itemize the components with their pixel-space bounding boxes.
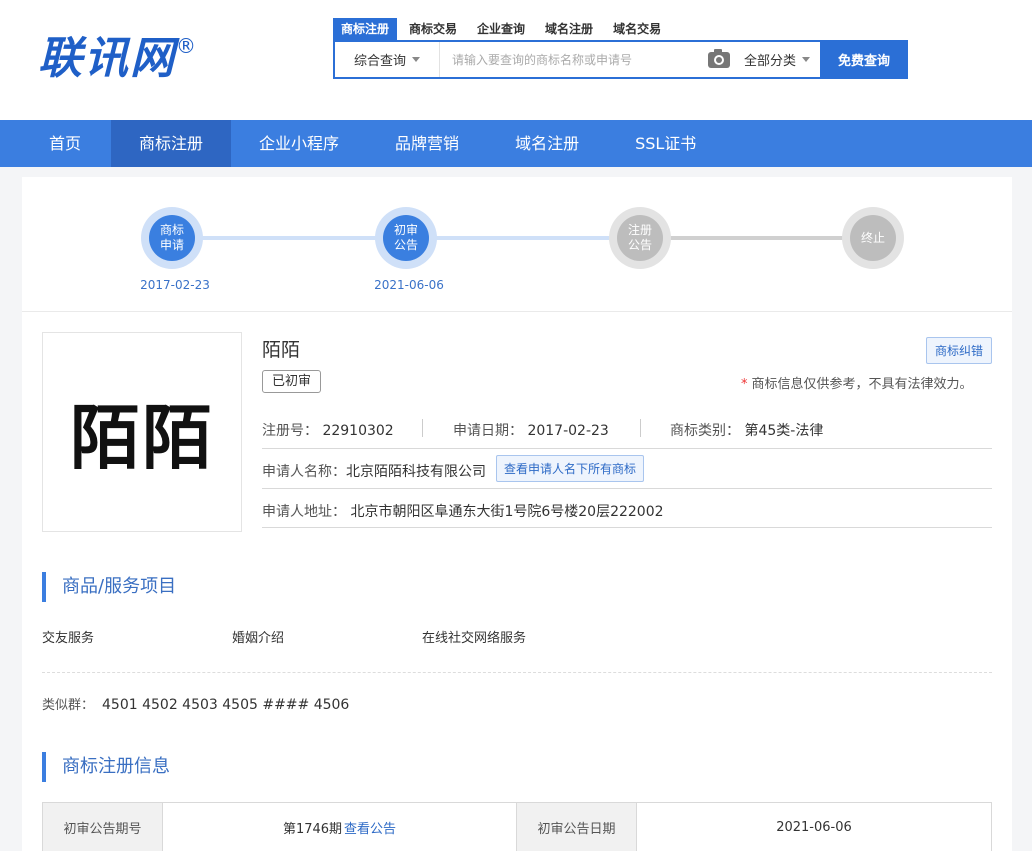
issue-no-value: 第1746期 <box>282 821 343 837</box>
divider <box>640 419 641 437</box>
reg-no-field: 注册号： 22910302 <box>262 420 394 440</box>
category-dropdown[interactable]: 全部分类 <box>744 50 810 69</box>
class-label: 商标类别： <box>670 423 740 439</box>
nav-item-home[interactable]: 首页 <box>0 120 111 167</box>
step-preliminary: 初审 公告 <box>375 207 437 269</box>
main-nav: 首页 商标注册 企业小程序 品牌营销 域名注册 SSL证书 <box>0 120 1032 167</box>
search-scope-dropdown[interactable]: 综合查询 <box>335 42 440 77</box>
step-date-preliminary: 2021-06-06 <box>374 278 444 292</box>
status-progress: 商标 申请 初审 公告 注册 公告 终止 2017-02-23 2021-06-… <box>22 177 1012 312</box>
dashed-divider <box>42 672 992 673</box>
trademark-name: 陌陌 <box>262 339 301 361</box>
address-label: 申请人地址： <box>262 504 346 520</box>
search-tab-trademark-register[interactable]: 商标注册 <box>333 18 398 40</box>
view-announcement-link[interactable]: 查看公告 <box>344 818 396 837</box>
category-label: 全部分类 <box>743 54 796 69</box>
goods-section-title: 商品/服务项目 <box>42 572 176 602</box>
registration-section-title: 商标注册信息 <box>42 752 170 782</box>
nav-item-domain[interactable]: 域名注册 <box>487 120 607 167</box>
status-badge: 已初审 <box>262 370 322 393</box>
registration-table: 初审公告期号 第1746期 查看公告 初审公告日期 2021-06-06 <box>42 802 992 851</box>
camera-icon[interactable] <box>707 48 730 68</box>
search-box: 综合查询 全部分类 免费查询 <box>333 40 908 79</box>
registered-mark: ® <box>176 34 198 59</box>
info-row-applicant: 申请人名称：北京陌陌科技有限公司 查看申请人名下所有商标 <box>262 449 992 489</box>
announce-date-cell: 2021-06-06 <box>776 819 852 835</box>
info-row-address: 申请人地址： 北京市朝阳区阜通东大街1号院6号楼20层222002 <box>262 489 992 528</box>
step-registration: 注册 公告 <box>609 207 671 269</box>
step-application: 商标 申请 <box>141 207 203 269</box>
goods-item: 在线社交网络服务 <box>422 631 527 646</box>
logo-text: 联讯网 <box>38 33 176 84</box>
search-tabs: 商标注册 商标交易 企业查询 域名注册 域名交易 <box>333 18 673 40</box>
nav-item-trademark[interactable]: 商标注册 <box>111 120 232 167</box>
step-termination: 终止 <box>842 207 904 269</box>
trademark-detail-panel: 商标 申请 初审 公告 注册 公告 终止 2017-02-23 2021-06-… <box>22 177 1012 851</box>
issue-no-cell: 第1746期 查看公告 <box>163 803 517 851</box>
applicant-value: 北京陌陌科技有限公司 <box>346 464 486 480</box>
similar-groups: 类似群： 4501 4502 4503 4505 #### 4506 <box>42 694 349 713</box>
class-value: 第45类-法律 <box>744 423 824 439</box>
info-row-basic: 注册号： 22910302 申请日期： 2017-02-23 商标类别： 第45… <box>262 408 992 449</box>
chevron-down-icon <box>802 57 810 62</box>
issue-no-header: 初审公告期号 <box>43 803 163 851</box>
trademark-image: 陌陌 <box>42 332 242 532</box>
search-scope-label: 综合查询 <box>353 54 406 69</box>
required-star: * <box>741 377 748 392</box>
applicant-field: 申请人名称：北京陌陌科技有限公司 <box>262 461 486 481</box>
nav-item-brand-marketing[interactable]: 品牌营销 <box>367 120 487 167</box>
nav-item-mini-program[interactable]: 企业小程序 <box>231 120 367 167</box>
address-value: 北京市朝阳区阜通东大街1号院6号楼20层222002 <box>350 504 664 520</box>
address-field: 申请人地址： 北京市朝阳区阜通东大街1号院6号楼20层222002 <box>262 501 664 521</box>
view-applicant-trademarks-button[interactable]: 查看申请人名下所有商标 <box>496 455 645 482</box>
search-tab-domain-register[interactable]: 域名注册 <box>537 18 601 40</box>
search-tab-trademark-trade[interactable]: 商标交易 <box>401 18 465 40</box>
similar-groups-value: 4501 4502 4503 4505 #### 4506 <box>102 697 350 713</box>
search-tab-company-query[interactable]: 企业查询 <box>469 18 533 40</box>
nav-item-ssl[interactable]: SSL证书 <box>607 120 724 167</box>
announce-date-header: 初审公告日期 <box>517 803 637 851</box>
site-logo[interactable]: 联讯网® <box>38 22 198 86</box>
disclaimer-text: 商标信息仅供参考，不具有法律效力。 <box>751 377 973 392</box>
divider <box>422 419 423 437</box>
apply-date-value: 2017-02-23 <box>527 423 609 439</box>
class-field: 商标类别： 第45类-法律 <box>670 420 823 440</box>
site-header: 联讯网® 商标注册 商标交易 企业查询 域名注册 域名交易 综合查询 全部分类 … <box>0 0 1032 120</box>
free-search-button[interactable]: 免费查询 <box>820 40 908 79</box>
goods-item: 婚姻介绍 <box>232 631 285 646</box>
reg-no-label: 注册号： <box>262 423 318 439</box>
goods-item: 交友服务 <box>42 631 95 646</box>
reg-no-value: 22910302 <box>322 423 394 439</box>
trademark-correction-button[interactable]: 商标纠错 <box>926 337 993 364</box>
apply-date-field: 申请日期： 2017-02-23 <box>453 420 609 440</box>
progress-line-todo <box>642 236 872 240</box>
step-date-application: 2017-02-23 <box>140 278 210 292</box>
search-input[interactable] <box>440 42 708 77</box>
search-tab-domain-trade[interactable]: 域名交易 <box>605 18 669 40</box>
chevron-down-icon <box>412 57 420 62</box>
disclaimer: * 商标信息仅供参考，不具有法律效力。 <box>741 373 973 392</box>
applicant-label: 申请人名称： <box>262 464 346 480</box>
similar-groups-label: 类似群： <box>42 698 95 713</box>
apply-date-label: 申请日期： <box>453 423 523 439</box>
